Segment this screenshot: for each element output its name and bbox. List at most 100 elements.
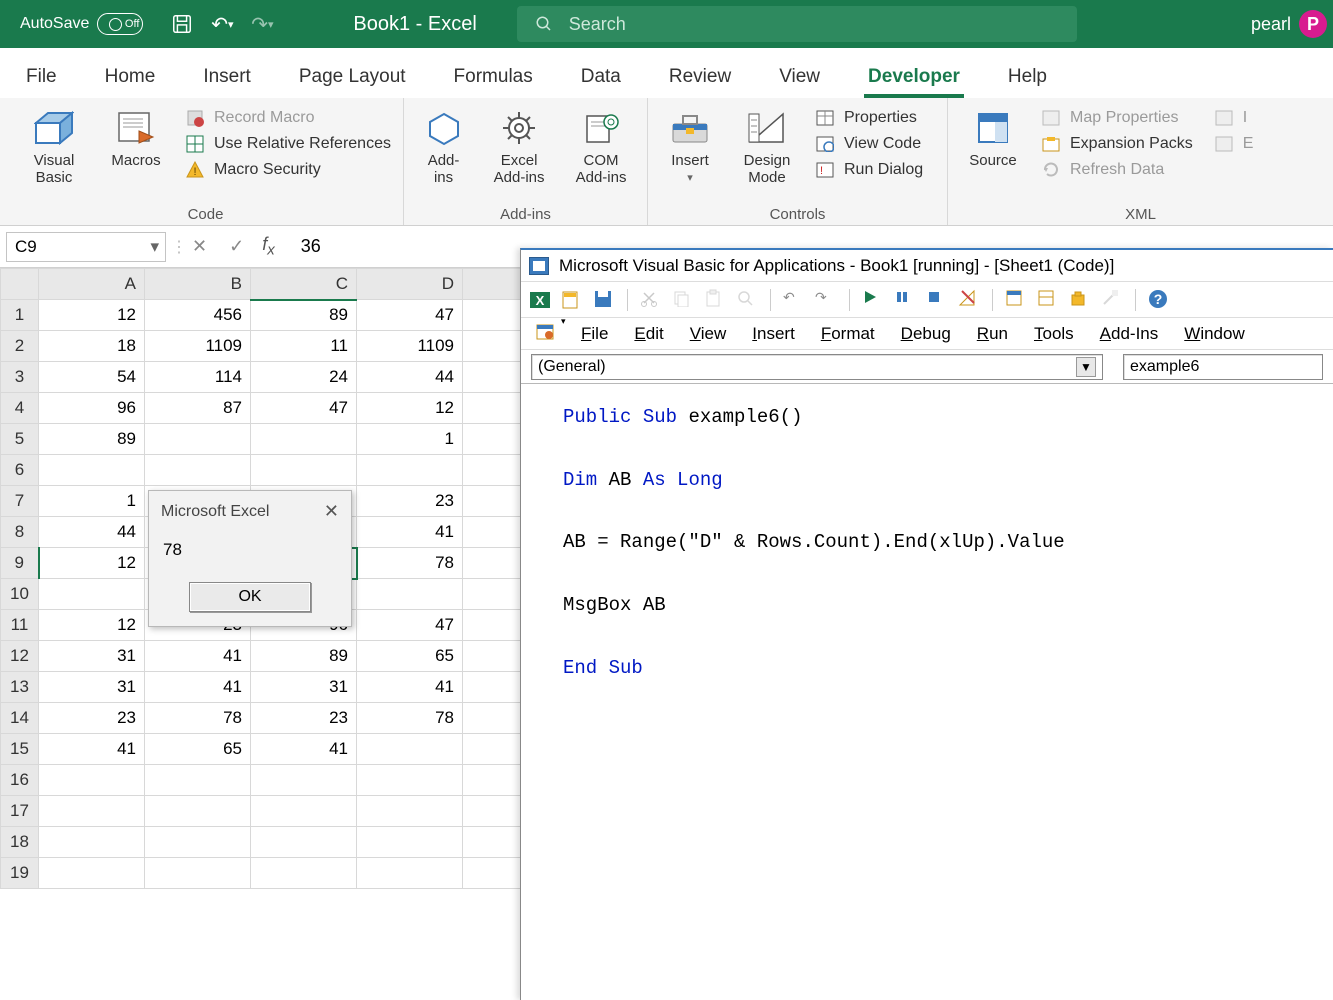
- vba-menu-debug[interactable]: Debug: [901, 324, 951, 344]
- row-header-5[interactable]: 5: [1, 424, 39, 455]
- cell-D10[interactable]: [357, 579, 463, 610]
- cell-B4[interactable]: 87: [145, 393, 251, 424]
- cell-A8[interactable]: 44: [39, 517, 145, 548]
- row-header-7[interactable]: 7: [1, 486, 39, 517]
- cell-C18[interactable]: [251, 827, 357, 858]
- save-icon[interactable]: [593, 289, 615, 311]
- undo-icon[interactable]: ↶▾: [211, 13, 233, 35]
- cell-C3[interactable]: 24: [251, 362, 357, 393]
- cell-A17[interactable]: [39, 796, 145, 827]
- tab-view[interactable]: View: [775, 58, 824, 98]
- properties-window-icon[interactable]: [1037, 289, 1059, 311]
- tab-formulas[interactable]: Formulas: [450, 58, 537, 98]
- row-header-8[interactable]: 8: [1, 517, 39, 548]
- cell-C19[interactable]: [251, 858, 357, 889]
- vba-code-pane[interactable]: Public Sub example6() Dim AB As Long AB …: [521, 384, 1333, 698]
- find-icon[interactable]: [736, 289, 758, 311]
- chevron-down-icon[interactable]: ▼: [1076, 357, 1096, 377]
- import-button[interactable]: I: [1213, 108, 1254, 128]
- vba-window-icon[interactable]: [535, 323, 557, 345]
- cell-B12[interactable]: 41: [145, 641, 251, 672]
- vba-title-bar[interactable]: Microsoft Visual Basic for Applications …: [521, 250, 1333, 282]
- cell-A6[interactable]: [39, 455, 145, 486]
- cell-A16[interactable]: [39, 765, 145, 796]
- user-info[interactable]: pearl P: [1251, 10, 1327, 38]
- cell-C13[interactable]: 31: [251, 672, 357, 703]
- cell-A7[interactable]: 1: [39, 486, 145, 517]
- col-header-A[interactable]: A: [39, 269, 145, 300]
- cell-C6[interactable]: [251, 455, 357, 486]
- row-header-4[interactable]: 4: [1, 393, 39, 424]
- toolbox-icon[interactable]: [1101, 289, 1123, 311]
- cell-D7[interactable]: 23: [357, 486, 463, 517]
- row-header-2[interactable]: 2: [1, 331, 39, 362]
- vba-menu-window[interactable]: Window: [1184, 324, 1244, 344]
- cell-D16[interactable]: [357, 765, 463, 796]
- tab-home[interactable]: Home: [101, 58, 160, 98]
- tab-insert[interactable]: Insert: [199, 58, 255, 98]
- cell-D17[interactable]: [357, 796, 463, 827]
- cell-A2[interactable]: 18: [39, 331, 145, 362]
- row-header-18[interactable]: 18: [1, 827, 39, 858]
- row-header-14[interactable]: 14: [1, 703, 39, 734]
- row-header-12[interactable]: 12: [1, 641, 39, 672]
- cell-D5[interactable]: 1: [357, 424, 463, 455]
- cell-B15[interactable]: 65: [145, 734, 251, 765]
- cell-B14[interactable]: 78: [145, 703, 251, 734]
- cell-A5[interactable]: 89: [39, 424, 145, 455]
- expansion-packs-button[interactable]: Expansion Packs: [1040, 134, 1193, 154]
- save-icon[interactable]: [171, 13, 193, 35]
- run-icon[interactable]: [862, 289, 884, 311]
- col-header-D[interactable]: D: [357, 269, 463, 300]
- cell-B13[interactable]: 41: [145, 672, 251, 703]
- row-header-3[interactable]: 3: [1, 362, 39, 393]
- row-header-6[interactable]: 6: [1, 455, 39, 486]
- cell-B3[interactable]: 114: [145, 362, 251, 393]
- undo-icon[interactable]: ↶: [783, 289, 805, 311]
- vba-editor-window[interactable]: Microsoft Visual Basic for Applications …: [520, 248, 1333, 1000]
- cell-A15[interactable]: 41: [39, 734, 145, 765]
- reset-icon[interactable]: [926, 289, 948, 311]
- cut-icon[interactable]: [640, 289, 662, 311]
- break-icon[interactable]: [894, 289, 916, 311]
- vba-menu-insert[interactable]: Insert: [752, 324, 795, 344]
- tab-data[interactable]: Data: [577, 58, 625, 98]
- autosave-toggle[interactable]: AutoSave Off: [20, 13, 143, 35]
- cell-B5[interactable]: [145, 424, 251, 455]
- vba-object-dropdown[interactable]: (General)▼: [531, 354, 1103, 380]
- cell-C12[interactable]: 89: [251, 641, 357, 672]
- cell-B6[interactable]: [145, 455, 251, 486]
- row-header-9[interactable]: 9: [1, 548, 39, 579]
- search-box[interactable]: Search: [517, 6, 1077, 42]
- insert-module-icon[interactable]: ▾: [561, 289, 583, 311]
- cell-A19[interactable]: [39, 858, 145, 889]
- cell-D13[interactable]: 41: [357, 672, 463, 703]
- properties-button[interactable]: Properties: [814, 108, 923, 128]
- cell-A4[interactable]: 96: [39, 393, 145, 424]
- enter-icon[interactable]: ✓: [229, 236, 244, 257]
- macro-security-button[interactable]: !Macro Security: [184, 160, 391, 180]
- cell-A18[interactable]: [39, 827, 145, 858]
- cell-A13[interactable]: 31: [39, 672, 145, 703]
- tab-page-layout[interactable]: Page Layout: [295, 58, 410, 98]
- cell-C4[interactable]: 47: [251, 393, 357, 424]
- cell-D12[interactable]: 65: [357, 641, 463, 672]
- row-header-11[interactable]: 11: [1, 610, 39, 641]
- row-header-16[interactable]: 16: [1, 765, 39, 796]
- cell-A9[interactable]: 12: [39, 548, 145, 579]
- cell-C16[interactable]: [251, 765, 357, 796]
- vba-menu-tools[interactable]: Tools: [1034, 324, 1074, 344]
- row-header-13[interactable]: 13: [1, 672, 39, 703]
- vba-menu-format[interactable]: Format: [821, 324, 875, 344]
- project-explorer-icon[interactable]: [1005, 289, 1027, 311]
- cell-A14[interactable]: 23: [39, 703, 145, 734]
- message-box-titlebar[interactable]: Microsoft Excel ✕: [149, 491, 351, 532]
- cell-D2[interactable]: 1109: [357, 331, 463, 362]
- cell-D19[interactable]: [357, 858, 463, 889]
- cell-B19[interactable]: [145, 858, 251, 889]
- cell-C15[interactable]: 41: [251, 734, 357, 765]
- cell-C14[interactable]: 23: [251, 703, 357, 734]
- cancel-icon[interactable]: ✕: [192, 236, 207, 257]
- formula-input[interactable]: [301, 232, 391, 262]
- cell-A1[interactable]: 12: [39, 300, 145, 331]
